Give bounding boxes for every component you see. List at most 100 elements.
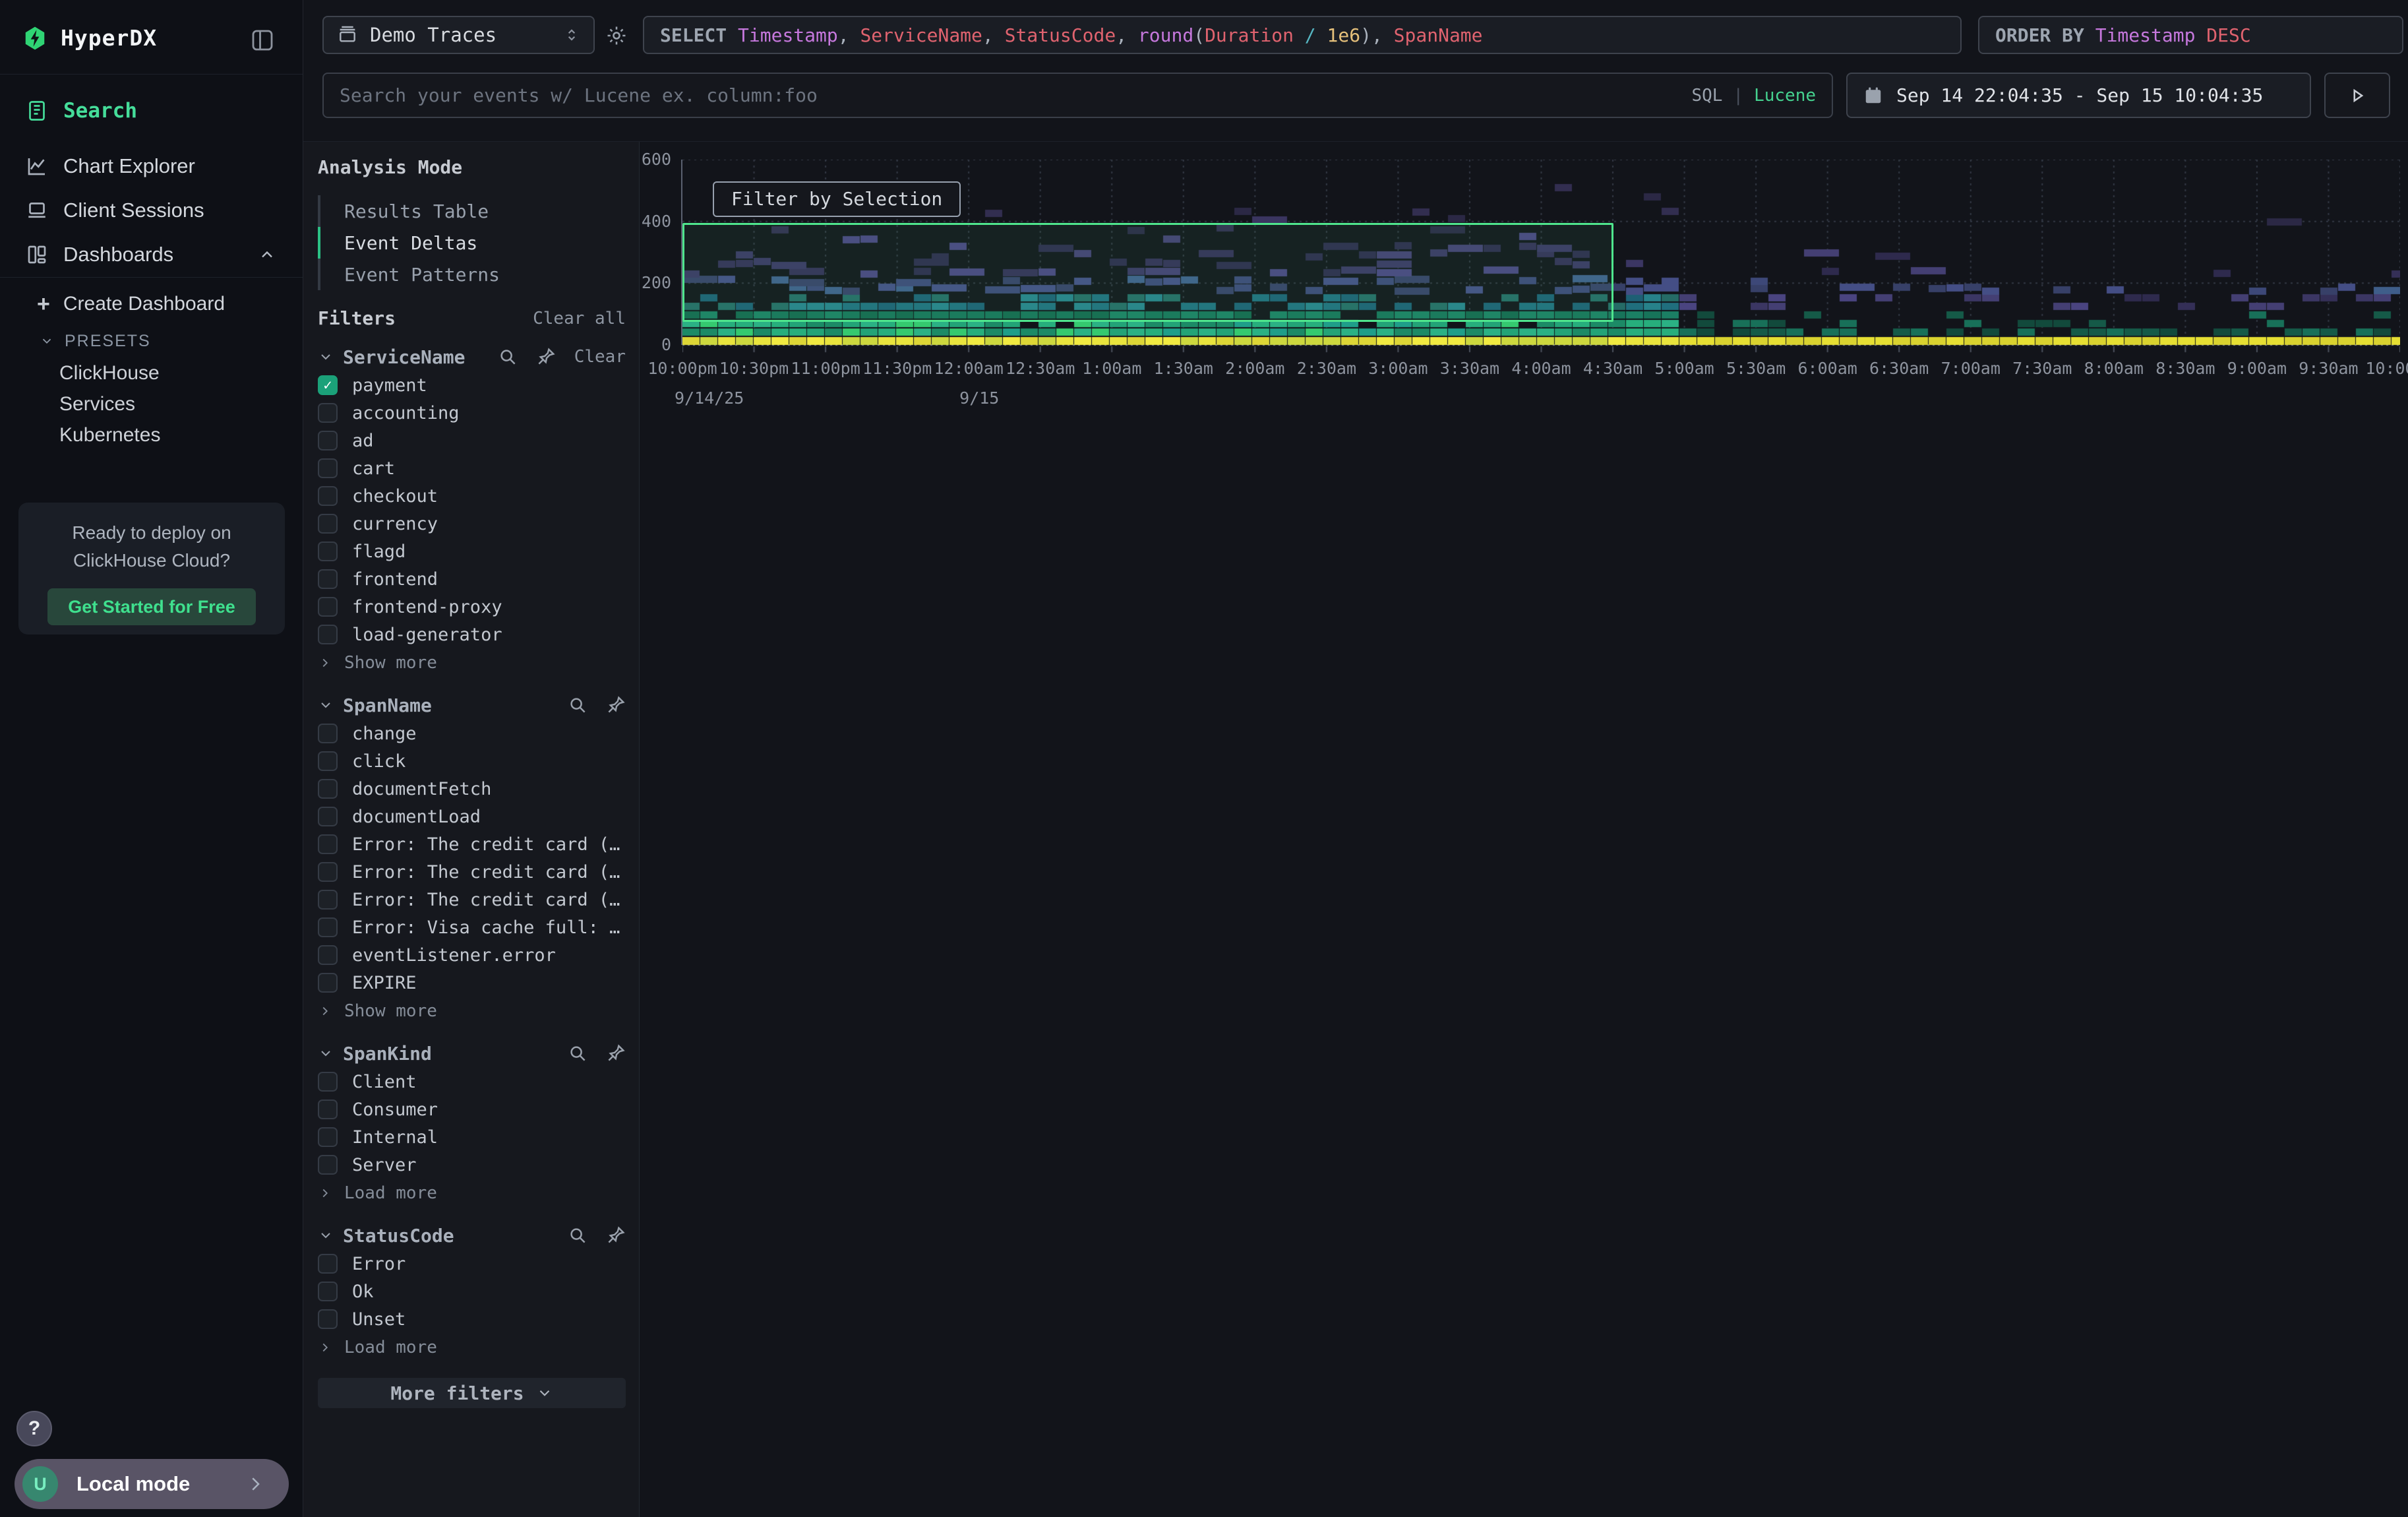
filter-option[interactable]: Error: The credit card (… xyxy=(318,886,626,913)
show-more-button[interactable]: Load more xyxy=(318,1333,626,1362)
checkbox[interactable] xyxy=(318,431,338,450)
x-axis-tick-label: 11:30pm xyxy=(857,359,938,378)
checkbox[interactable] xyxy=(318,569,338,589)
create-dashboard-button[interactable]: + Create Dashboard xyxy=(0,284,303,325)
chevron-up-icon[interactable] xyxy=(258,245,276,264)
filter-option[interactable]: eventListener.error xyxy=(318,941,626,969)
user-menu[interactable]: U Local mode xyxy=(15,1459,289,1509)
filter-option[interactable]: currency xyxy=(318,510,626,538)
checkbox[interactable] xyxy=(318,1155,338,1175)
checkbox[interactable] xyxy=(318,514,338,534)
search-filter-icon[interactable] xyxy=(568,1043,587,1063)
checkbox[interactable] xyxy=(318,1309,338,1329)
pin-icon[interactable] xyxy=(606,1043,626,1063)
run-query-button[interactable] xyxy=(2324,73,2390,118)
checkbox[interactable] xyxy=(318,973,338,993)
filter-option[interactable]: frontend-proxy xyxy=(318,593,626,621)
analysis-mode-option[interactable]: Event Patterns xyxy=(318,259,626,290)
chevron-down-icon xyxy=(536,1384,553,1402)
filter-option[interactable]: Client xyxy=(318,1068,626,1096)
checkbox[interactable] xyxy=(318,625,338,644)
checkbox[interactable] xyxy=(318,945,338,965)
filter-option[interactable]: Error: The credit card (… xyxy=(318,858,626,886)
checkbox[interactable] xyxy=(318,486,338,506)
filter-option[interactable]: checkout xyxy=(318,482,626,510)
sidebar-preset-item[interactable]: Kubernetes xyxy=(0,419,303,450)
filter-option[interactable]: Internal xyxy=(318,1123,626,1151)
checkbox[interactable] xyxy=(318,1072,338,1092)
filter-option[interactable]: EXPIRE xyxy=(318,969,626,997)
filter-option[interactable]: frontend xyxy=(318,565,626,593)
checkbox[interactable] xyxy=(318,724,338,743)
filter-option[interactable]: click xyxy=(318,747,626,775)
checkbox[interactable] xyxy=(318,751,338,771)
divider xyxy=(0,74,303,75)
search-filter-icon[interactable] xyxy=(568,1225,587,1245)
checkbox[interactable] xyxy=(318,862,338,882)
clear-all-button[interactable]: Clear all xyxy=(533,309,626,328)
sidebar-item-chart-explorer[interactable]: Chart Explorer xyxy=(0,144,303,188)
filter-option[interactable]: documentFetch xyxy=(318,775,626,803)
sql-select-input[interactable]: SELECT Timestamp, ServiceName, StatusCod… xyxy=(643,16,1962,54)
checkbox[interactable] xyxy=(318,403,338,423)
pin-icon[interactable] xyxy=(606,695,626,715)
analysis-mode-option[interactable]: Results Table xyxy=(318,195,626,227)
checkbox[interactable] xyxy=(318,1127,338,1147)
sidebar-preset-item[interactable]: Services xyxy=(0,388,303,419)
checkbox[interactable] xyxy=(318,779,338,799)
gear-icon[interactable] xyxy=(605,24,628,47)
checkbox[interactable] xyxy=(318,458,338,478)
get-started-button[interactable]: Get Started for Free xyxy=(47,588,256,625)
filter-option[interactable]: Error: Visa cache full: … xyxy=(318,913,626,941)
clear-filter-button[interactable]: Clear xyxy=(574,347,626,367)
sidebar-collapse-icon[interactable] xyxy=(249,26,276,54)
sql-mode-option[interactable]: SQL xyxy=(1691,86,1722,106)
checkbox[interactable] xyxy=(318,1099,338,1119)
filter-option[interactable]: cart xyxy=(318,454,626,482)
time-range-picker[interactable]: Sep 14 22:04:35 - Sep 15 10:04:35 xyxy=(1846,73,2311,118)
filter-option[interactable]: Server xyxy=(318,1151,626,1179)
checkbox[interactable] xyxy=(318,1282,338,1301)
show-more-button[interactable]: Show more xyxy=(318,997,626,1026)
filter-option[interactable]: flagd xyxy=(318,538,626,565)
chart-selection-region[interactable] xyxy=(682,223,1613,322)
sidebar-preset-item[interactable]: ClickHouse xyxy=(0,357,303,388)
checkbox[interactable] xyxy=(318,807,338,826)
sidebar-item-dashboards[interactable]: Dashboards xyxy=(0,232,303,276)
show-more-button[interactable]: Load more xyxy=(318,1179,626,1208)
checkbox[interactable] xyxy=(318,1254,338,1274)
filter-option[interactable]: load-generator xyxy=(318,621,626,648)
sidebar-item-search[interactable]: Search xyxy=(25,99,137,123)
more-filters-button[interactable]: More filters xyxy=(318,1378,626,1408)
order-by-input[interactable]: ORDER BY Timestamp DESC xyxy=(1978,16,2403,54)
search-filter-icon[interactable] xyxy=(568,695,587,715)
help-button[interactable]: ? xyxy=(16,1411,52,1446)
analysis-mode-option[interactable]: Event Deltas xyxy=(318,227,626,259)
presets-toggle[interactable]: PRESETS xyxy=(0,325,303,357)
filter-option[interactable]: Consumer xyxy=(318,1096,626,1123)
sidebar-item-client-sessions[interactable]: Client Sessions xyxy=(0,188,303,232)
checkbox[interactable] xyxy=(318,834,338,854)
filter-option[interactable]: Unset xyxy=(318,1305,626,1333)
checkbox[interactable] xyxy=(318,597,338,617)
pin-icon[interactable] xyxy=(536,347,556,367)
filter-by-selection-button[interactable]: Filter by Selection xyxy=(713,181,961,217)
search-filter-icon[interactable] xyxy=(498,347,518,367)
search-input[interactable] xyxy=(340,84,1691,106)
filter-option[interactable]: documentLoad xyxy=(318,803,626,830)
filter-option[interactable]: Ok xyxy=(318,1278,626,1305)
checkbox[interactable]: ✓ xyxy=(318,375,338,395)
filter-option[interactable]: ✓payment xyxy=(318,371,626,399)
checkbox[interactable] xyxy=(318,917,338,937)
checkbox[interactable] xyxy=(318,890,338,910)
lucene-mode-option[interactable]: Lucene xyxy=(1754,86,1816,106)
checkbox[interactable] xyxy=(318,542,338,561)
filter-option[interactable]: Error: The credit card (… xyxy=(318,830,626,858)
filter-option[interactable]: change xyxy=(318,720,626,747)
pin-icon[interactable] xyxy=(606,1225,626,1245)
filter-option[interactable]: ad xyxy=(318,427,626,454)
filter-option[interactable]: Error xyxy=(318,1250,626,1278)
filter-option[interactable]: accounting xyxy=(318,399,626,427)
show-more-button[interactable]: Show more xyxy=(318,648,626,677)
data-source-select[interactable]: Demo Traces xyxy=(322,16,595,54)
